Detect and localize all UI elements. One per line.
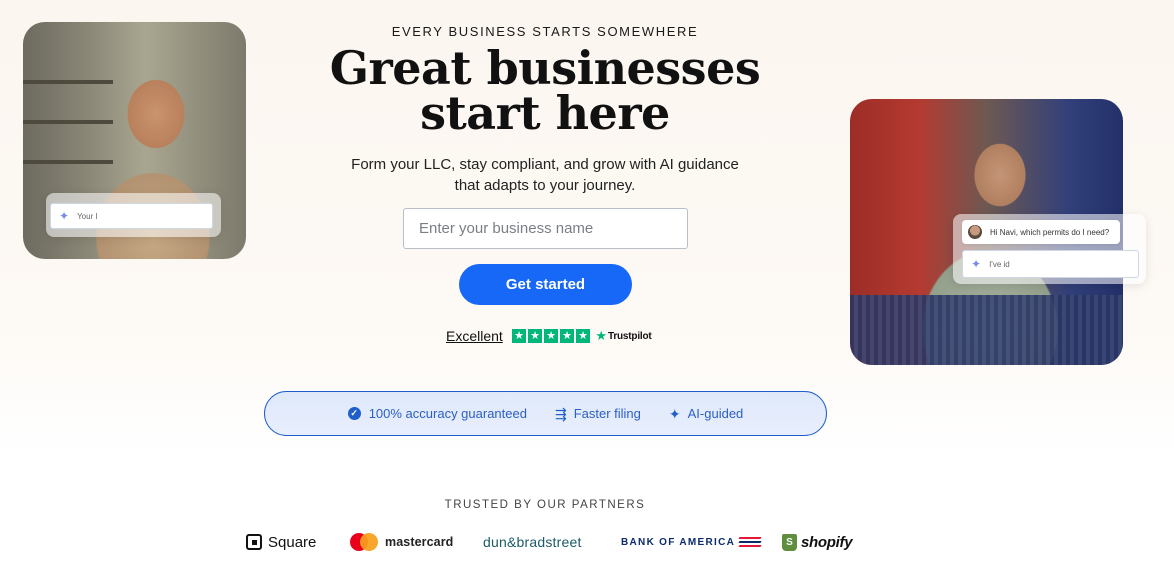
bank-of-america-logo: BANK OF AMERICA bbox=[621, 531, 762, 553]
sparkle-icon: ✦ bbox=[971, 257, 982, 271]
partner-name: dun&bradstreet bbox=[483, 534, 582, 550]
fast-forward-icon: ⇶ bbox=[554, 405, 567, 422]
mastercard-circles-icon bbox=[350, 533, 378, 551]
ai-chat-card: Hi Navi, which permits do I need? ✦ I've… bbox=[953, 214, 1146, 284]
partner-name: BANK OF AMERICA bbox=[621, 536, 736, 548]
hero-subheading: Form your LLC, stay compliant, and grow … bbox=[0, 154, 1090, 196]
feature-item: ⇶ Faster filing bbox=[555, 406, 641, 421]
star-icon: ★ bbox=[527, 328, 543, 344]
flag-icon bbox=[738, 536, 762, 548]
avatar bbox=[968, 225, 982, 239]
feature-label: 100% accuracy guaranteed bbox=[368, 406, 527, 421]
trustpilot-star-icon: ★ bbox=[595, 328, 607, 343]
page-title-line: start here bbox=[420, 86, 670, 140]
shopify-logo: S shopify bbox=[782, 531, 853, 553]
dun-bradstreet-logo: dun&bradstreet bbox=[483, 531, 582, 553]
page-title: Great businesses start here bbox=[0, 45, 1090, 136]
square-icon bbox=[246, 534, 262, 550]
feature-item: ✓ 100% accuracy guaranteed bbox=[347, 406, 527, 421]
ai-chat-input-text: Your l bbox=[77, 211, 98, 221]
trustpilot-rating[interactable]: Excellent ★ ★ ★ ★ ★ ★ Trustpilot bbox=[446, 327, 652, 345]
feature-label: AI-guided bbox=[687, 406, 744, 421]
chat-message-text: Hi Navi, which permits do I need? bbox=[990, 227, 1110, 237]
check-circle-icon: ✓ bbox=[347, 407, 361, 420]
feature-highlights: ✓ 100% accuracy guaranteed ⇶ Faster fili… bbox=[264, 391, 827, 436]
partners-title: TRUSTED BY OUR PARTNERS bbox=[444, 499, 646, 511]
star-icon: ★ bbox=[559, 328, 575, 344]
hero-subheading-line: that adapts to your journey. bbox=[454, 177, 636, 194]
ai-chat-input-text: I've id bbox=[989, 259, 1010, 269]
star-icon: ★ bbox=[511, 328, 527, 344]
partner-name: shopify bbox=[801, 533, 853, 551]
chat-message-bubble: Hi Navi, which permits do I need? bbox=[962, 220, 1120, 244]
sparkle-icon: ✦ bbox=[668, 405, 681, 422]
ai-chat-input: ✦ Your l bbox=[50, 203, 213, 229]
mastercard-logo: mastercard bbox=[350, 531, 453, 553]
square-logo: Square bbox=[246, 531, 316, 553]
partner-name: Square bbox=[268, 533, 317, 551]
shopping-bag-icon: S bbox=[782, 533, 797, 551]
sparkle-icon: ✦ bbox=[59, 209, 70, 223]
ai-chat-card: ✦ Your l bbox=[46, 193, 221, 237]
feature-item: ✦ AI-guided bbox=[669, 406, 743, 421]
tile-wall-decoration bbox=[850, 295, 1123, 365]
get-started-button[interactable]: Get started bbox=[459, 264, 632, 305]
rating-label[interactable]: Excellent bbox=[446, 328, 503, 344]
business-name-input[interactable] bbox=[403, 208, 688, 249]
hero-subheading-line: Form your LLC, stay compliant, and grow … bbox=[351, 156, 739, 173]
partner-name: mastercard bbox=[385, 535, 454, 549]
feature-label: Faster filing bbox=[573, 406, 641, 421]
hero-eyebrow: EVERY BUSINESS STARTS SOMEWHERE bbox=[391, 24, 699, 39]
star-icon: ★ bbox=[575, 328, 591, 344]
star-icon: ★ bbox=[543, 328, 559, 344]
trustpilot-logo-text: Trustpilot bbox=[607, 330, 652, 342]
rating-stars: ★ ★ ★ ★ ★ bbox=[511, 328, 591, 344]
ai-chat-input: ✦ I've id bbox=[962, 250, 1139, 278]
